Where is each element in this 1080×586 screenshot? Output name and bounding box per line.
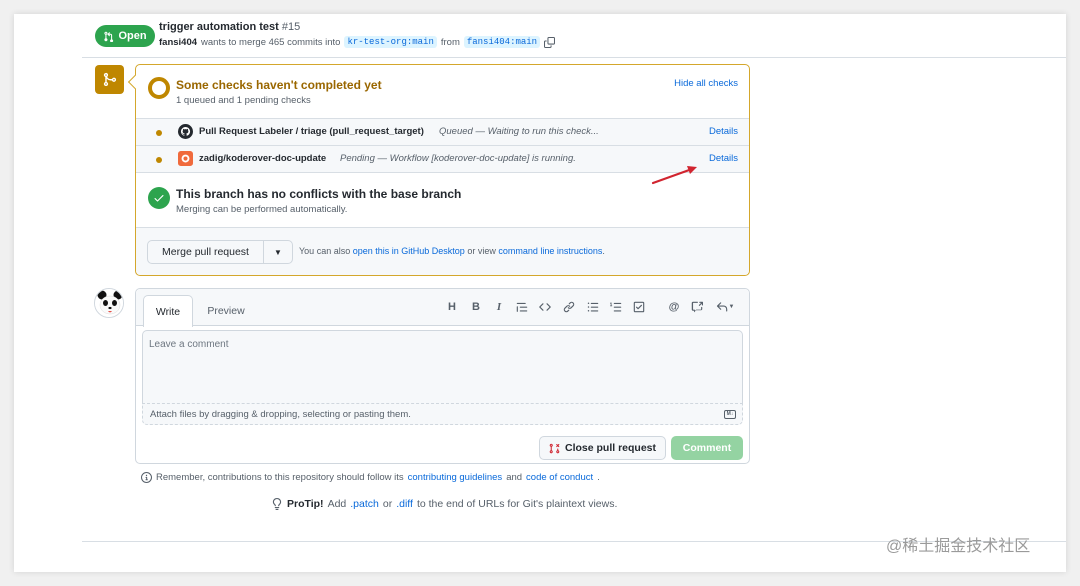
github-icon [178,124,193,139]
protip-text: to the end of URLs for Git's plaintext v… [416,498,618,510]
link-icon[interactable] [561,299,577,315]
comment-textarea[interactable]: Leave a comment [142,330,743,403]
no-conflicts-title: This branch has no conflicts with the ba… [176,187,462,201]
light-bulb-icon [272,498,282,510]
open-github-desktop-link[interactable]: open this in GitHub Desktop [353,246,465,256]
reply-dropdown-icon[interactable]: ▼ [714,299,736,315]
pull-request-icon [104,31,114,42]
merge-button-group: Merge pull request ▼ [147,240,293,264]
pr-merge-text: wants to merge 465 commits into [201,36,341,48]
protip-text: Add [327,498,347,510]
patch-link[interactable]: .patch [350,498,379,510]
contributing-guidelines-link[interactable]: contributing guidelines [408,472,503,483]
checks-subtitle: 1 queued and 1 pending checks [176,95,311,106]
check-details-link[interactable]: Details [709,126,738,137]
zadig-icon [178,151,193,166]
hide-all-checks-link[interactable]: Hide all checks [674,78,738,89]
pr-closed-icon [549,443,560,453]
pr-status-badge: Open [95,25,155,47]
pending-dot-icon [156,157,162,163]
check-circle-icon [148,187,170,209]
reminder-text: . [597,472,600,483]
pr-title: trigger automation test #15 [159,21,300,33]
box-pointer [127,74,143,90]
panda-avatar-icon [95,289,123,317]
tab-preview[interactable]: Preview [198,295,254,326]
numbered-list-icon[interactable] [608,299,624,315]
check-name: Pull Request Labeler / triage (pull_requ… [199,126,424,137]
markdown-icon: M↓ [724,410,736,419]
base-branch[interactable]: kr-test-org:main [344,36,437,48]
header-divider [82,57,1066,58]
pr-title-text: trigger automation test [159,21,279,33]
pr-author-link[interactable]: fansi404 [159,37,197,48]
mention-icon[interactable]: @ [666,299,682,315]
check-row-labeler: Pull Request Labeler / triage (pull_requ… [136,118,749,145]
copy-icon[interactable] [544,36,556,48]
merge-pull-request-button[interactable]: Merge pull request [148,241,264,263]
merge-footer: Merge pull request ▼ You can also open t… [136,227,749,275]
bold-icon[interactable]: B [468,299,484,315]
checks-title: Some checks haven't completed yet [176,78,382,92]
protip-text: or [382,498,393,510]
pr-number: #15 [281,21,301,33]
check-name: zadig/koderover-doc-update [199,153,327,164]
reminder-text: Remember, contributions to this reposito… [156,472,404,483]
tab-write[interactable]: Write [143,295,193,327]
comment-tabs-bar: Write Preview H B I @ ▼ [136,289,749,327]
info-icon [141,472,152,483]
hint-text: or view [467,246,496,256]
pr-page: Open trigger automation test #15 fansi40… [14,14,1066,572]
no-conflicts-subtitle: Merging can be performed automatically. [176,204,348,215]
attach-files-area[interactable]: Attach files by dragging & dropping, sel… [142,403,743,425]
quote-icon[interactable] [514,299,530,315]
check-details-link[interactable]: Details [709,153,738,164]
close-pull-request-label: Close pull request [564,442,657,454]
comment-button[interactable]: Comment [671,436,743,460]
hint-text: You can also [299,246,351,256]
heading-icon[interactable]: H [444,299,460,315]
hint-text: . [602,246,605,256]
reminder-text: and [506,472,523,483]
merge-hint: You can also open this in GitHub Desktop… [299,246,605,256]
watermark: @稀土掘金技术社区 [886,538,1031,555]
close-pull-request-button[interactable]: Close pull request [539,436,666,460]
attach-files-text: Attach files by dragging & dropping, sel… [150,409,411,420]
check-description: Pending — Workflow [koderover-doc-update… [340,153,576,164]
pending-ring-icon [148,77,170,99]
queued-dot-icon [156,130,162,136]
code-of-conduct-link[interactable]: code of conduct [526,472,593,483]
comment-form: Write Preview H B I @ ▼ Leave a comment … [135,288,750,464]
protip: ProTip! Add .patch or .diff to the end o… [271,498,617,510]
pr-subtitle: fansi404 wants to merge 465 commits into… [159,36,556,48]
head-branch[interactable]: fansi404:main [463,36,541,48]
bullet-list-icon[interactable] [585,299,601,315]
contribution-reminder: Remember, contributions to this reposito… [141,472,600,483]
annotation-arrow-icon [651,166,697,185]
merge-options-caret-icon[interactable]: ▼ [264,241,292,263]
avatar[interactable] [94,288,124,318]
check-description: Queued — Waiting to run this check... [439,126,599,137]
cross-reference-icon[interactable] [689,299,705,315]
pr-status-label: Open [118,30,147,42]
italic-icon[interactable]: I [491,299,507,315]
diff-link[interactable]: .diff [396,498,413,510]
pr-from-text: from [440,36,460,48]
tasklist-icon[interactable] [631,299,647,315]
protip-label: ProTip! [287,498,324,510]
command-line-instructions-link[interactable]: command line instructions [498,246,602,256]
code-icon[interactable] [537,299,553,315]
git-merge-icon [95,65,124,94]
